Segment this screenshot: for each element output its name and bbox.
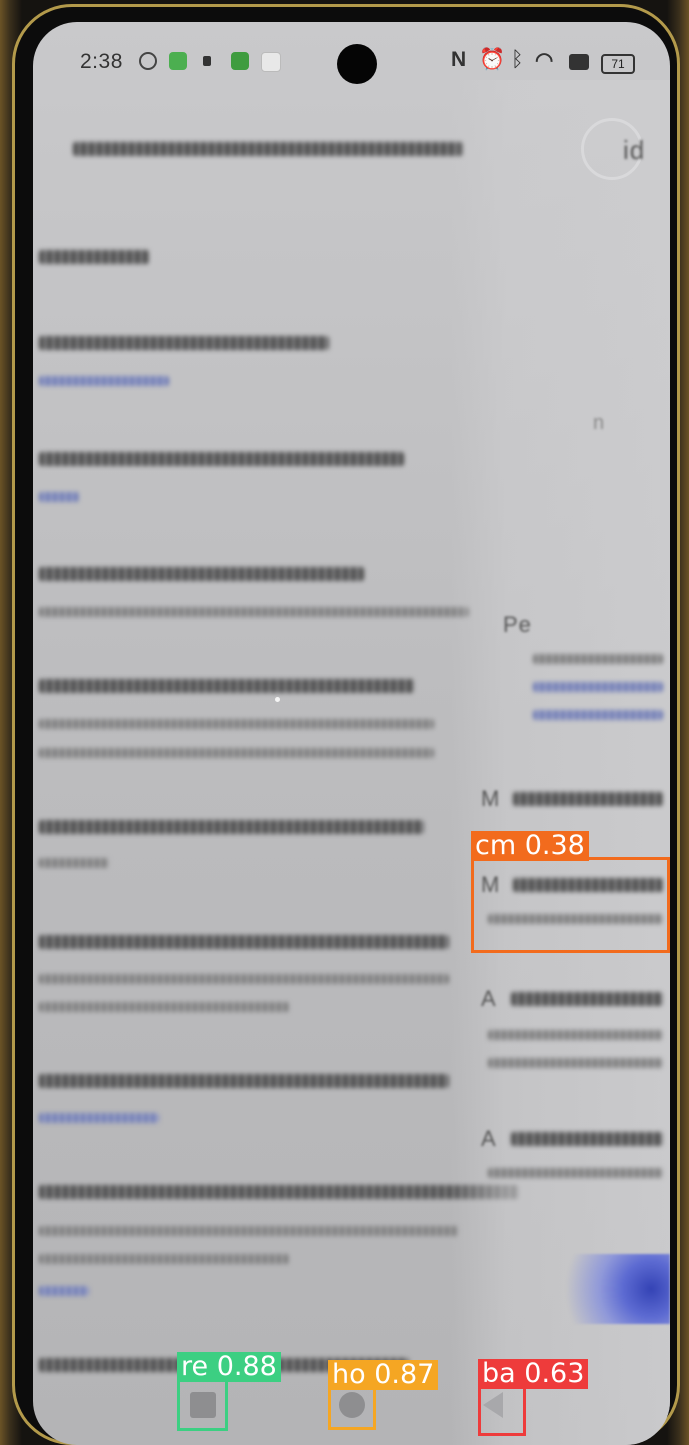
detection-box-recents: [177, 1378, 228, 1431]
blurred-item-link[interactable]: [39, 376, 169, 386]
wifi-icon: ◠: [535, 49, 554, 72]
blurred-item-subtitle: [39, 1002, 289, 1012]
ghost-page-overlay: [451, 80, 670, 1445]
detection-box-back: [478, 1386, 526, 1436]
ghost-title-line: [511, 1132, 663, 1146]
blurred-item-title[interactable]: [39, 679, 414, 693]
battery-indicator: 71: [601, 54, 635, 74]
ghost-heading: A: [481, 1126, 497, 1151]
status-notification-icon-3: [261, 52, 281, 72]
blurred-item-subtitle: [39, 974, 449, 984]
ghost-top-fragment: id: [623, 135, 646, 165]
status-time: 2:38: [80, 50, 123, 73]
phone-screen: 2:38 N ⏰ ᛒ ◠ 71 id n Pe M M A A: [33, 22, 670, 1445]
blurred-item-subtitle: [39, 1226, 459, 1236]
blurred-item-title[interactable]: [39, 567, 364, 581]
status-notification-icon: [169, 52, 187, 70]
blurred-item-title[interactable]: [39, 820, 424, 834]
blurred-section-header: [39, 250, 149, 264]
blurred-item-subtitle: [39, 858, 109, 868]
ghost-primary-button[interactable]: [543, 1254, 670, 1324]
blurred-item-title[interactable]: [39, 336, 329, 350]
blurred-item-title[interactable]: [39, 452, 404, 466]
ghost-heading: A: [481, 986, 497, 1011]
ghost-subtitle-line: [488, 1030, 663, 1040]
blurred-item-link[interactable]: [39, 492, 79, 502]
status-notification-icon-2: [231, 52, 249, 70]
ghost-link-line: [533, 710, 663, 720]
lock-icon: [203, 56, 211, 66]
ghost-heading: Pe: [503, 612, 532, 637]
alarm-icon: ⏰: [479, 48, 506, 71]
blurred-item-subtitle: [39, 607, 469, 617]
detection-label-cm: cm 0.38: [471, 831, 589, 861]
ghost-subtitle-line: [488, 1168, 663, 1178]
blurred-toolbar-title: [73, 142, 463, 156]
screen-record-icon: [569, 54, 589, 70]
blurred-item-link[interactable]: [39, 1113, 159, 1123]
blurred-item-subtitle: [39, 719, 434, 729]
bluetooth-icon: ᛒ: [511, 48, 524, 71]
blurred-item-title[interactable]: [39, 1074, 449, 1088]
blurred-item-title[interactable]: [39, 935, 449, 949]
blurred-item-subtitle: [39, 1254, 289, 1264]
ghost-subtitle-line: [488, 1058, 663, 1068]
blurred-item-subtitle: [39, 748, 434, 758]
front-camera: [337, 44, 377, 84]
ghost-link-line: [533, 682, 663, 692]
ghost-subtitle-line: [533, 654, 663, 664]
detection-label-back: ba 0.63: [478, 1359, 589, 1389]
ghost-heading: M: [481, 786, 501, 811]
touch-indicator-dot: [275, 697, 280, 702]
ghost-title-line: [511, 992, 663, 1006]
blurred-item-link[interactable]: [39, 1286, 89, 1296]
detection-box-cm: [471, 857, 670, 953]
ghost-title-line: [513, 792, 663, 806]
detection-box-home: [328, 1386, 376, 1430]
detection-label-home: ho 0.87: [328, 1360, 439, 1390]
blurred-item-title[interactable]: [39, 1185, 519, 1199]
ghost-mid-fragment: n: [593, 412, 606, 434]
detection-label-recents: re 0.88: [177, 1352, 281, 1382]
status-app-icon: [139, 52, 157, 70]
nfc-icon: N: [451, 48, 467, 71]
